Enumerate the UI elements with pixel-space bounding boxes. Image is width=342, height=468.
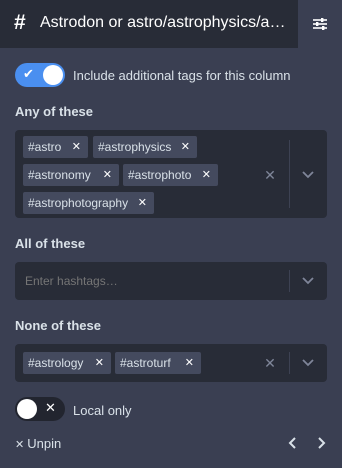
- include-tags-toggle[interactable]: ✔: [15, 63, 65, 87]
- hashtag-icon: #: [14, 11, 26, 34]
- chevron-down-icon[interactable]: [301, 358, 315, 368]
- local-only-toggle[interactable]: ✕: [15, 397, 65, 421]
- column-settings-button[interactable]: [298, 0, 342, 48]
- check-icon: ✔: [23, 66, 34, 81]
- toggle-knob: [43, 65, 63, 85]
- sliders-icon: [313, 18, 327, 30]
- clear-icon[interactable]: ✕: [263, 356, 277, 370]
- all-of-input[interactable]: [25, 274, 285, 288]
- x-icon: ✕: [45, 400, 56, 415]
- close-icon: ✕: [15, 439, 25, 451]
- tag-chip: #astro ✕: [23, 136, 88, 158]
- remove-tag-icon[interactable]: ✕: [72, 136, 81, 158]
- none-of-label: None of these: [15, 318, 101, 333]
- field-divider: [289, 270, 290, 292]
- field-divider: [289, 352, 290, 374]
- field-divider: [289, 140, 290, 208]
- toggle-knob: [17, 399, 37, 419]
- tag-chip: #astroturf ✕: [115, 352, 201, 374]
- tag-chip: #astrophysics ✕: [93, 136, 197, 158]
- remove-tag-icon[interactable]: ✕: [95, 352, 104, 374]
- column-title-bar[interactable]: # Astrodon or astro/astrophysics/a…: [0, 0, 298, 48]
- chevron-right-icon[interactable]: [315, 436, 327, 450]
- remove-tag-icon[interactable]: ✕: [103, 164, 112, 186]
- chevron-down-icon[interactable]: [301, 170, 315, 180]
- chevron-left-icon[interactable]: [287, 436, 299, 450]
- any-of-label: Any of these: [15, 104, 94, 119]
- any-of-field[interactable]: #astro ✕ #astrophysics ✕ #astronomy ✕ #a…: [15, 130, 327, 218]
- unpin-button[interactable]: ✕ Unpin: [15, 436, 61, 451]
- tag-chip: #astrophoto ✕: [123, 164, 218, 186]
- remove-tag-icon[interactable]: ✕: [138, 192, 147, 214]
- include-tags-label: Include additional tags for this column: [73, 68, 291, 83]
- clear-icon[interactable]: ✕: [263, 168, 277, 182]
- chevron-down-icon[interactable]: [301, 276, 315, 286]
- local-only-label: Local only: [73, 403, 132, 418]
- tag-chip: #astronomy ✕: [23, 164, 119, 186]
- column-header: # Astrodon or astro/astrophysics/a…: [0, 0, 342, 48]
- remove-tag-icon[interactable]: ✕: [202, 164, 211, 186]
- tag-chip: #astrology ✕: [23, 352, 111, 374]
- remove-tag-icon[interactable]: ✕: [185, 352, 194, 374]
- none-of-field[interactable]: #astrology ✕ #astroturf ✕ ✕: [15, 344, 327, 382]
- column-settings-panel: ✔ Include additional tags for this colum…: [0, 48, 342, 468]
- all-of-field[interactable]: [15, 262, 327, 300]
- all-of-label: All of these: [15, 236, 86, 251]
- column-title: Astrodon or astro/astrophysics/a…: [40, 14, 286, 31]
- tag-chip: #astrophotography ✕: [23, 192, 154, 214]
- remove-tag-icon[interactable]: ✕: [181, 136, 190, 158]
